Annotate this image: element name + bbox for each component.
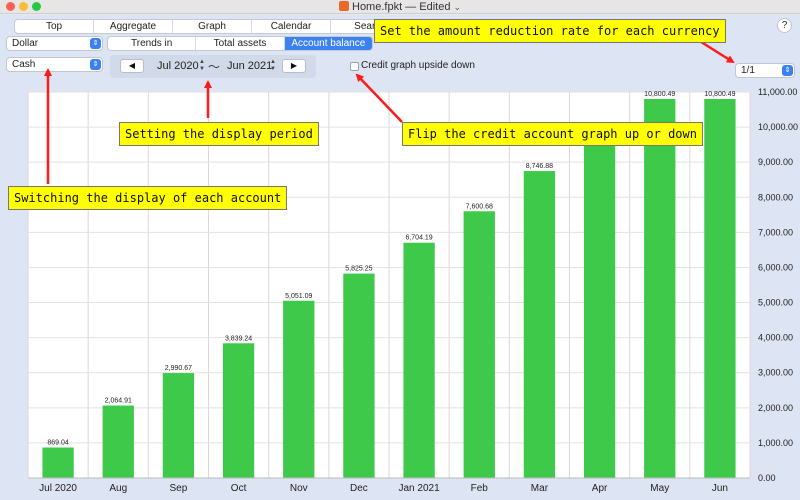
y-tick-label: 2,000.00	[758, 403, 793, 413]
bar-value-label: 5,825.25	[345, 266, 372, 273]
callout-flip-credit: Flip the credit account graph up or down	[402, 122, 703, 146]
bar	[704, 99, 736, 479]
x-tick-label: May	[650, 483, 669, 494]
bar-value-label: 869.04	[47, 440, 69, 447]
bar	[162, 373, 195, 478]
y-tick-label: 11,000.00	[758, 87, 797, 97]
bar	[283, 300, 315, 478]
x-tick-label: Dec	[350, 483, 368, 494]
bar	[42, 447, 74, 478]
y-tick-label: 5,000.00	[758, 298, 793, 308]
window-title: Home.fpkt — Edited	[352, 1, 451, 13]
document-icon	[339, 1, 349, 11]
bar-value-label: 7,600.68	[466, 203, 493, 210]
bar-value-label: 2,990.67	[165, 365, 192, 372]
callout-switch-account: Switching the display of each account	[8, 186, 288, 210]
x-tick-label: Nov	[290, 483, 308, 494]
x-tick-label: Mar	[531, 483, 549, 494]
x-tick-label: Aug	[109, 483, 127, 494]
x-tick-label: Apr	[592, 483, 608, 494]
bar-value-label: 5,051.09	[285, 293, 312, 300]
bar	[523, 171, 556, 478]
x-tick-label: Feb	[471, 483, 489, 494]
bar-value-label: 2,064.91	[105, 398, 132, 405]
callout-currency-rate: Set the amount reduction rate for each c…	[374, 19, 726, 43]
bar-value-label: 10,800.49	[644, 91, 675, 98]
x-tick-label: Jun	[712, 483, 728, 494]
bar	[403, 242, 435, 478]
x-tick-label: Jul 2020	[39, 483, 77, 494]
bar	[343, 273, 375, 478]
bar	[222, 343, 255, 478]
title-chevron-icon[interactable]: ⌄	[453, 2, 461, 12]
x-tick-label: Jan 2021	[399, 483, 441, 494]
bar	[644, 99, 676, 479]
y-tick-label: 7,000.00	[758, 227, 793, 237]
zoom-window-icon[interactable]	[32, 2, 41, 11]
y-tick-label: 3,000.00	[758, 368, 793, 378]
y-tick-label: 4,000.00	[758, 333, 793, 343]
x-tick-label: Sep	[170, 483, 188, 494]
minimize-window-icon[interactable]	[19, 2, 28, 11]
bar	[463, 211, 495, 479]
bar-value-label: 10,800.49	[704, 91, 735, 98]
callout-display-period: Setting the display period	[119, 122, 319, 146]
bar-value-label: 8,746.88	[526, 163, 553, 170]
y-tick-label: 1,000.00	[758, 438, 793, 448]
close-window-icon[interactable]	[6, 2, 15, 11]
y-tick-label: 9,000.00	[758, 157, 793, 167]
y-tick-label: 6,000.00	[758, 262, 793, 272]
bar-value-label: 3,839.24	[225, 335, 252, 342]
x-tick-label: Oct	[231, 483, 247, 494]
y-tick-label: 0.00	[758, 473, 776, 483]
y-tick-label: 10,000.00	[758, 122, 798, 132]
bar-value-label: 6,704.19	[405, 235, 432, 242]
bar	[583, 137, 616, 479]
bar	[102, 405, 134, 478]
title-bar: Home.fpkt — Edited ⌄	[0, 0, 800, 14]
account-balance-chart: 0.00 1,000.00 2,000.00 3,000.00 4,000.00 5,00…	[27, 87, 798, 494]
y-tick-label: 8,000.00	[758, 192, 793, 202]
